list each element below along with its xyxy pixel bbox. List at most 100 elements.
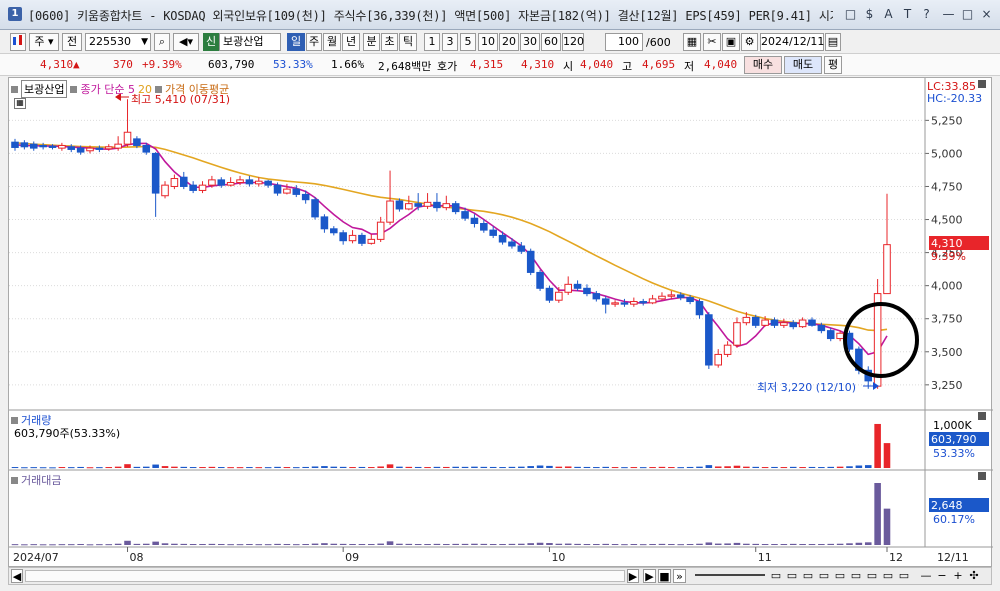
scroll-left-icon[interactable]: ◀ xyxy=(11,569,23,583)
window-icon-button[interactable]: □ xyxy=(842,6,859,23)
font-icon[interactable]: A xyxy=(880,6,897,23)
text-icon[interactable]: T xyxy=(899,6,916,23)
expand-icon[interactable]: ✣ xyxy=(967,569,981,583)
zoom-out-small-icon[interactable]: − xyxy=(935,569,949,583)
tool-icon[interactable]: ✂ xyxy=(703,33,721,51)
amount-bar xyxy=(386,541,394,545)
amount-bar xyxy=(686,544,694,546)
fast-forward-icon[interactable]: » xyxy=(673,569,686,583)
volume-bar xyxy=(349,467,356,469)
tool-icon-7[interactable]: ▭ xyxy=(865,569,879,583)
volume-bar xyxy=(443,466,450,468)
tab-month[interactable]: 월 xyxy=(323,33,341,51)
zoom-in-icon[interactable]: + xyxy=(951,569,965,583)
tool-icon-3[interactable]: ▭ xyxy=(801,569,815,583)
interval-60[interactable]: 60 xyxy=(541,33,561,51)
grid-toggle-icon[interactable]: ▦ xyxy=(14,98,26,109)
candle-body xyxy=(545,287,554,301)
volume-bar xyxy=(274,466,281,468)
tab-day[interactable]: 일 xyxy=(287,33,305,51)
y-tick-label: 5,250 xyxy=(931,114,963,127)
amount-bar xyxy=(827,543,835,545)
sound-icon[interactable]: ◀▾ xyxy=(173,33,199,51)
interval-10[interactable]: 10 xyxy=(478,33,498,51)
amount-bar xyxy=(471,543,478,545)
tab-second[interactable]: 초 xyxy=(381,33,398,51)
amount-bar xyxy=(58,544,66,546)
chart-area[interactable]: 5,250 5,000 4,750 4,500 4,250 4,000 3,750 3,500… xyxy=(8,77,993,568)
legend-stock[interactable]: 보광산업 xyxy=(21,80,68,98)
amount-bar xyxy=(217,544,225,546)
volume-bar xyxy=(518,466,525,468)
interval-1[interactable]: 1 xyxy=(424,33,440,51)
dollar-icon[interactable]: $ xyxy=(861,6,878,23)
chart-type-icon[interactable] xyxy=(10,33,26,51)
candle-body xyxy=(836,332,844,340)
close-icon[interactable]: × xyxy=(978,6,995,23)
buy-button[interactable]: 매수 xyxy=(744,56,782,74)
candle-body xyxy=(339,232,347,242)
tab-minute[interactable]: 분 xyxy=(363,33,380,51)
candle-body xyxy=(733,322,741,346)
gear-icon[interactable]: ⚙ xyxy=(741,33,758,51)
interval-5[interactable]: 5 xyxy=(460,33,476,51)
scroll-right-icon[interactable]: ▶ xyxy=(627,569,639,583)
stock-code-input[interactable]: 225530 ▼ xyxy=(85,33,151,51)
legend-square-icon xyxy=(11,85,18,93)
tab-year[interactable]: 년 xyxy=(342,33,360,51)
play-icon[interactable]: ▶ xyxy=(643,569,656,583)
volume-bar xyxy=(808,466,816,468)
volume-bar xyxy=(564,466,572,468)
candle-body xyxy=(386,200,394,223)
zoom-slider[interactable] xyxy=(695,574,765,576)
amount-bar xyxy=(743,543,750,545)
legend-square-icon xyxy=(11,416,18,424)
help-icon[interactable]: ? xyxy=(918,6,935,23)
volume-bar xyxy=(208,466,216,468)
sell-button[interactable]: 매도 xyxy=(784,56,822,74)
scrollbar-track[interactable] xyxy=(25,570,625,582)
volume-bar xyxy=(124,464,131,468)
candle-body xyxy=(564,283,572,293)
candle-body xyxy=(292,188,301,195)
search-icon[interactable]: ⌕ xyxy=(154,33,170,51)
tool-icon-4[interactable]: ▭ xyxy=(817,569,831,583)
maximize-icon[interactable]: □ xyxy=(959,6,976,23)
prev-button[interactable]: 전 xyxy=(62,33,82,51)
zoom-out-icon[interactable]: — xyxy=(919,569,933,583)
minimize-icon[interactable]: — xyxy=(940,6,957,23)
ask-price: 4,315 xyxy=(470,58,504,71)
date-input[interactable]: 2024/12/11 xyxy=(760,33,824,51)
stop-icon[interactable]: ■ xyxy=(658,569,671,583)
calendar-icon[interactable]: ▤ xyxy=(825,33,841,51)
chevron-down-icon[interactable]: ▼ xyxy=(141,34,148,50)
count-input[interactable]: 100 xyxy=(605,33,643,51)
candle-body xyxy=(48,145,57,148)
turnover: 1.66% xyxy=(331,58,365,71)
interval-120[interactable]: 120 xyxy=(562,33,584,51)
tool-icon-1[interactable]: ▭ xyxy=(769,569,783,583)
tool-icon-8[interactable]: ▭ xyxy=(881,569,895,583)
interval-20[interactable]: 20 xyxy=(499,33,519,51)
tool-icon-2[interactable]: ▭ xyxy=(785,569,799,583)
period-select[interactable]: 주 ▾ xyxy=(29,33,59,51)
save-icon[interactable]: ▣ xyxy=(722,33,740,51)
tool-icon-6[interactable]: ▭ xyxy=(849,569,863,583)
stock-chart[interactable]: 5,2505,0004,7504,5004,2504,0003,7503,500… xyxy=(9,78,993,568)
tab-tick[interactable]: 틱 xyxy=(399,33,417,51)
volume-bar xyxy=(789,466,797,468)
stock-badge: 신 xyxy=(203,33,219,51)
tool-icon-9[interactable]: ▭ xyxy=(897,569,911,583)
candle-body xyxy=(358,234,366,244)
candle-body xyxy=(20,142,29,148)
amount-label: 2,648 xyxy=(931,499,963,512)
grid-icon[interactable]: ▦ xyxy=(683,33,701,51)
candle-body xyxy=(67,146,76,150)
flat-button[interactable]: 평 xyxy=(824,56,842,74)
tool-icon-5[interactable]: ▭ xyxy=(833,569,847,583)
interval-30[interactable]: 30 xyxy=(520,33,540,51)
volume-bar xyxy=(771,466,778,468)
amount-bars xyxy=(11,483,891,546)
tab-week[interactable]: 주 xyxy=(306,33,322,51)
interval-3[interactable]: 3 xyxy=(442,33,458,51)
